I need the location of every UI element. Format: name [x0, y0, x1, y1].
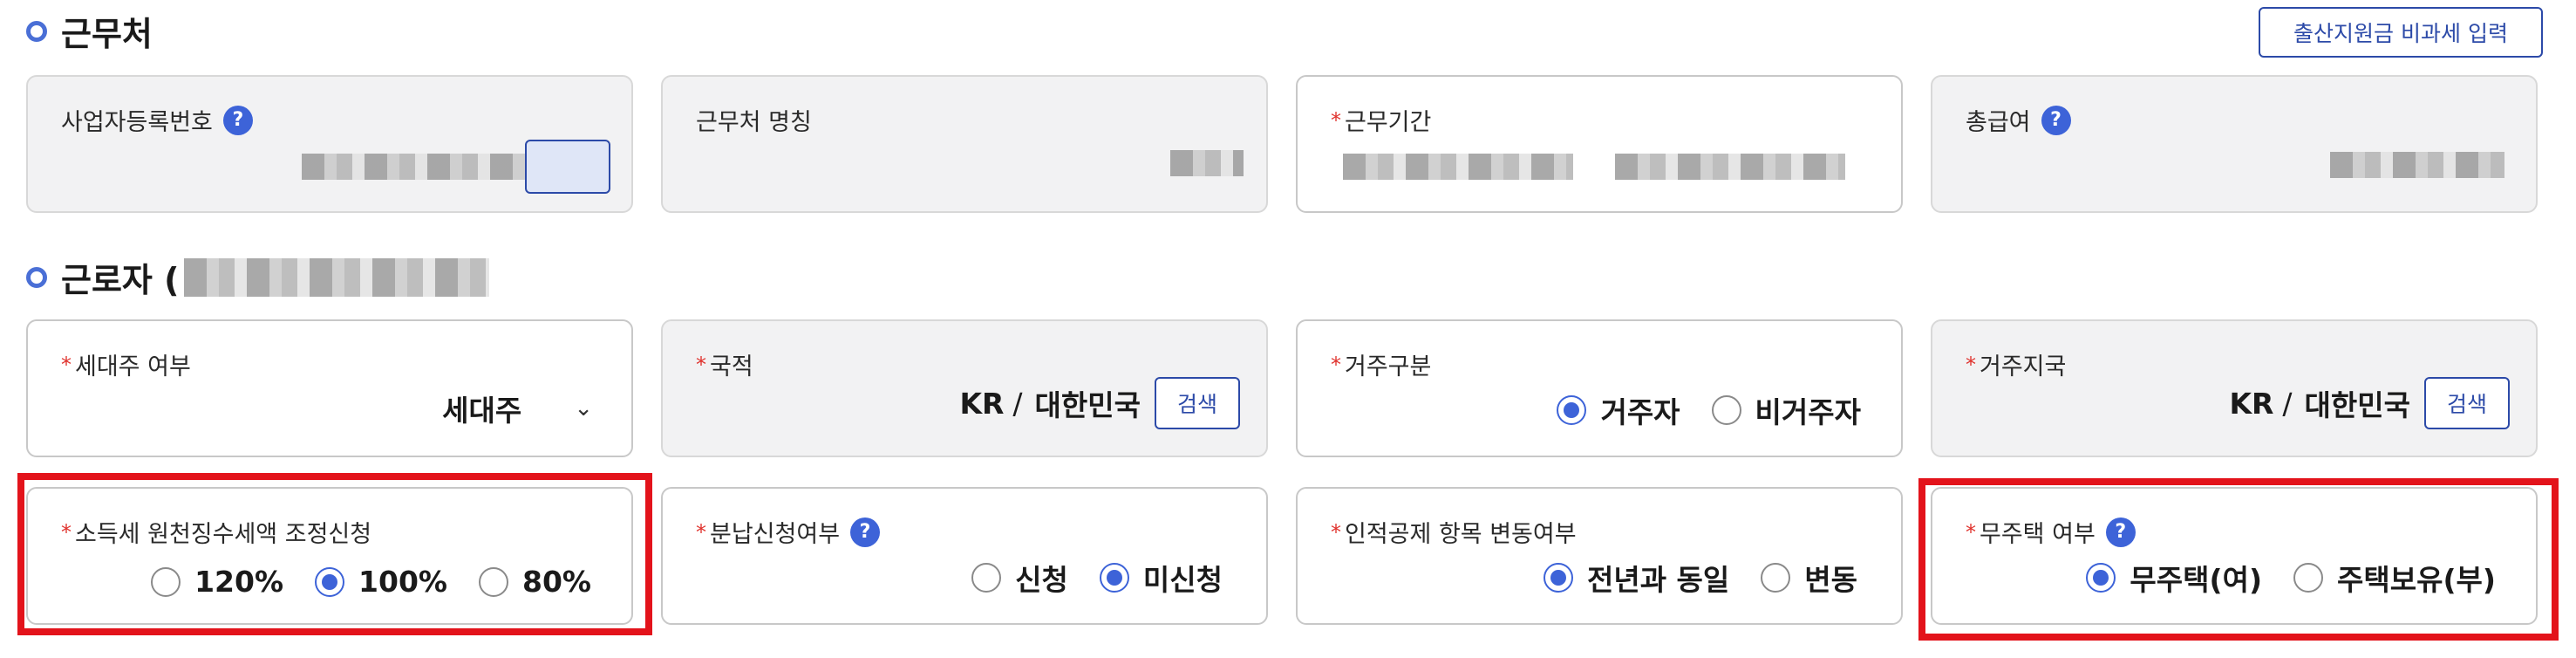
residency-radio-group: 거주자 비거주자	[1525, 389, 1861, 431]
workplace-section-title: 근무처	[26, 7, 153, 55]
workplace-name-label: 근무처 명칭	[696, 103, 812, 137]
householder-label: * 세대주 여부	[61, 347, 191, 381]
workplace-name-label-text: 근무처 명칭	[696, 109, 812, 136]
installment-label: * 분납신청여부 ?	[696, 515, 881, 549]
birth-support-taxfree-button[interactable]: 출산지원금 비과세 입력	[2259, 7, 2543, 58]
radio-selected-icon[interactable]	[1543, 563, 1573, 593]
residency-option-nonresident[interactable]: 비거주자	[1711, 389, 1861, 431]
residence-country-value: KR / 대한민국 검색	[2229, 377, 2510, 429]
required-mark: *	[61, 352, 72, 377]
nationality-label-text: 국적	[710, 353, 753, 380]
highlight-box	[17, 473, 652, 635]
householder-label-text: 세대주 여부	[75, 353, 191, 380]
radio-label: 전년과 동일	[1586, 563, 1730, 597]
work-period-card: * 근무기간	[1296, 75, 1903, 213]
radio-label: 거주자	[1600, 395, 1680, 429]
biz-no-label-text: 사업자등록번호	[61, 109, 213, 136]
installment-radio-group: 신청 미신청	[940, 557, 1223, 599]
section-bullet-icon	[26, 20, 47, 42]
nationality-value: KR / 대한민국 검색	[959, 377, 1240, 429]
nationality-card: * 국적 KR / 대한민국 검색	[661, 319, 1268, 457]
work-period-label: * 근무기간	[1331, 103, 1431, 137]
worker-section-title: 근로자 (	[26, 253, 490, 301]
radio-label: 비거주자	[1755, 395, 1861, 429]
deduction-option-same[interactable]: 전년과 동일	[1543, 557, 1730, 599]
radio-selected-icon[interactable]	[1099, 563, 1129, 593]
installment-option-apply[interactable]: 신청	[971, 557, 1068, 599]
separator: /	[2282, 386, 2293, 421]
required-mark: *	[1331, 352, 1341, 377]
residency-label: * 거주구분	[1331, 347, 1431, 381]
worker-name-redacted	[184, 257, 490, 297]
nationality-label: * 국적	[696, 347, 753, 381]
work-period-label-text: 근무기간	[1345, 109, 1432, 136]
workplace-name-redacted	[1170, 150, 1244, 176]
installment-option-not-apply[interactable]: 미신청	[1099, 557, 1223, 599]
required-mark: *	[1331, 519, 1341, 545]
total-pay-label-text: 총급여	[1966, 109, 2031, 136]
work-period-end-redacted[interactable]	[1615, 154, 1845, 180]
residence-country-card: * 거주지국 KR / 대한민국 검색	[1931, 319, 2538, 457]
installment-card: * 분납신청여부 ? 신청 미신청	[661, 487, 1268, 625]
chevron-down-icon: ⌄	[574, 395, 593, 422]
residency-option-resident[interactable]: 거주자	[1557, 389, 1680, 431]
workplace-title-text: 근무처	[61, 15, 153, 53]
highlight-box	[1918, 478, 2559, 641]
deduction-option-changed[interactable]: 변동	[1761, 557, 1857, 599]
biz-no-button[interactable]	[525, 140, 610, 194]
deduction-change-card: * 인적공제 항목 변동여부 전년과 동일 변동	[1296, 487, 1903, 625]
help-icon[interactable]: ?	[2041, 105, 2071, 135]
biz-no-label: 사업자등록번호 ?	[61, 103, 253, 137]
deduction-change-radio-group: 전년과 동일 변동	[1512, 557, 1857, 599]
installment-label-text: 분납신청여부	[710, 521, 841, 548]
householder-value: 세대주	[442, 394, 522, 428]
separator: /	[1012, 386, 1023, 421]
residency-card: * 거주구분 거주자 비거주자	[1296, 319, 1903, 457]
residence-country-label: * 거주지국	[1966, 347, 2066, 381]
required-mark: *	[696, 352, 706, 377]
section-bullet-icon	[26, 266, 47, 288]
residence-country-search-button[interactable]: 검색	[2424, 377, 2510, 429]
nationality-search-button[interactable]: 검색	[1155, 377, 1240, 429]
radio-unselected-icon[interactable]	[1761, 563, 1791, 593]
deduction-change-label: * 인적공제 항목 변동여부	[1331, 515, 1577, 549]
total-pay-card: 총급여 ?	[1931, 75, 2538, 213]
total-pay-redacted	[2330, 152, 2504, 178]
nationality-name: 대한민국	[1034, 388, 1141, 422]
required-mark: *	[696, 519, 706, 545]
required-mark: *	[1331, 107, 1341, 133]
householder-select[interactable]: 세대주 ⌄	[442, 387, 593, 429]
help-icon[interactable]: ?	[850, 517, 881, 547]
residence-country-label-text: 거주지국	[1980, 353, 2067, 380]
required-mark: *	[1966, 352, 1976, 377]
biz-no-redacted	[302, 154, 549, 180]
help-icon[interactable]: ?	[222, 105, 253, 135]
workplace-name-card: 근무처 명칭	[661, 75, 1268, 213]
radio-selected-icon[interactable]	[1557, 395, 1587, 425]
biz-no-card: 사업자등록번호 ?	[26, 75, 633, 213]
residence-country-name: 대한민국	[2304, 388, 2410, 422]
radio-label: 변동	[1804, 563, 1857, 597]
worker-title-text: 근로자 (	[61, 261, 180, 299]
work-period-start-redacted[interactable]	[1343, 154, 1573, 180]
householder-card[interactable]: * 세대주 여부 세대주 ⌄	[26, 319, 633, 457]
residence-country-code: KR	[2229, 386, 2274, 421]
deduction-change-label-text: 인적공제 항목 변동여부	[1345, 521, 1577, 548]
residency-label-text: 거주구분	[1345, 353, 1432, 380]
radio-label: 미신청	[1142, 563, 1223, 597]
radio-unselected-icon[interactable]	[1711, 395, 1741, 425]
radio-label: 신청	[1015, 563, 1068, 597]
total-pay-label: 총급여 ?	[1966, 103, 2071, 137]
radio-unselected-icon[interactable]	[971, 563, 1002, 593]
nationality-code: KR	[959, 386, 1005, 421]
